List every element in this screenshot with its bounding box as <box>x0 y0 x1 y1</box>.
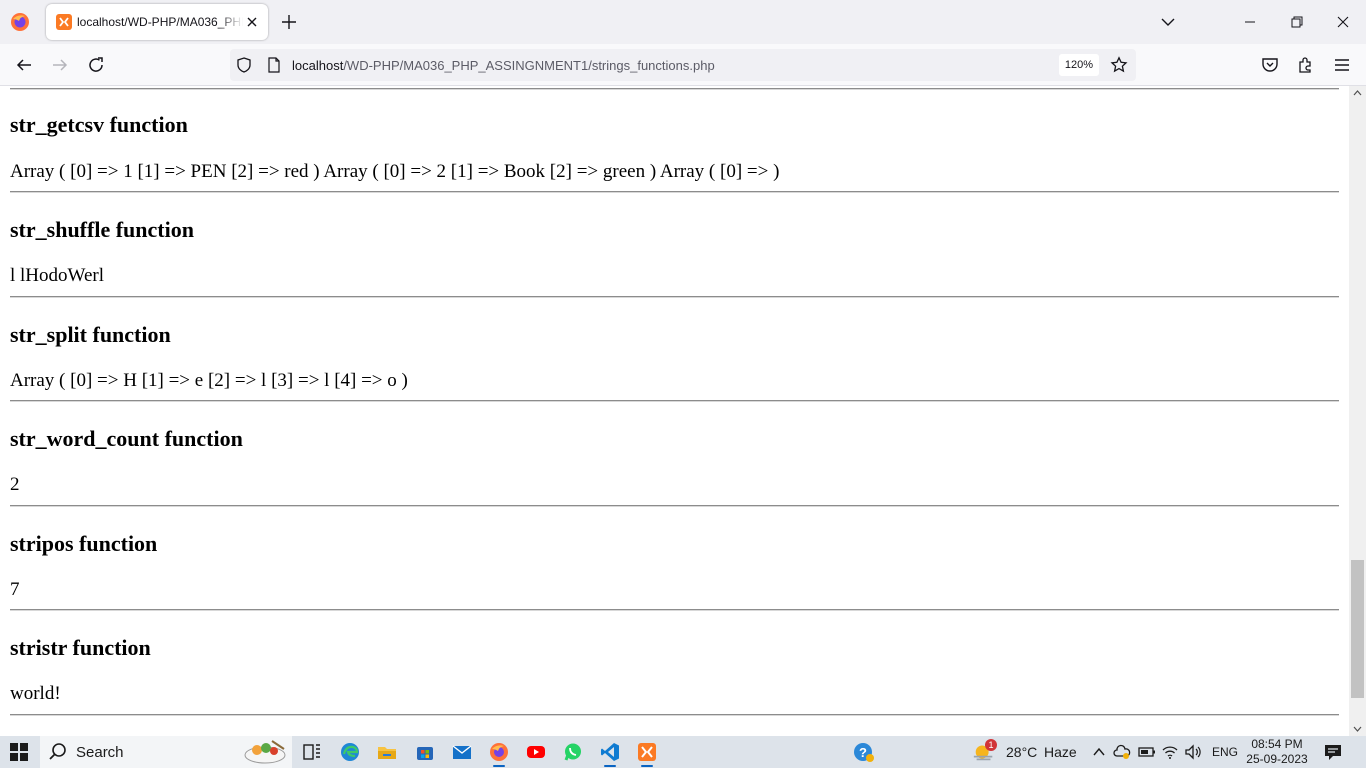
firefox-taskbar-icon[interactable] <box>487 740 511 767</box>
browser-navigation-bar: localhost/WD-PHP/MA036_PHP_ASSINGNMENT1/… <box>0 44 1366 86</box>
horizontal-rule <box>10 609 1339 611</box>
search-icon <box>48 742 68 762</box>
search-highlight-food-bowl-icon <box>242 738 288 766</box>
browser-tab-strip: localhost/WD-PHP/MA036_PHP <box>0 0 1366 44</box>
file-explorer-icon[interactable] <box>375 740 399 764</box>
taskbar-clock[interactable]: 08:54 PM 25-09-2023 <box>1242 736 1312 768</box>
show-hidden-icons-chevron-up-icon[interactable] <box>1087 740 1111 764</box>
notification-center-icon[interactable] <box>1320 740 1346 764</box>
firefox-view-icon[interactable] <box>8 10 32 34</box>
zoom-level-badge[interactable]: 120% <box>1059 54 1099 76</box>
scroll-up-arrow-icon[interactable] <box>1349 86 1366 100</box>
vertical-scrollbar[interactable] <box>1349 86 1366 736</box>
section-title-str-word-count: str_word_count function <box>10 426 243 451</box>
horizontal-rule <box>10 714 1339 716</box>
address-bar[interactable]: localhost/WD-PHP/MA036_PHP_ASSINGNMENT1/… <box>230 49 1136 81</box>
hamburger-menu-icon[interactable] <box>1330 53 1354 77</box>
svg-text:?: ? <box>859 745 867 760</box>
input-language[interactable]: ENG <box>1212 745 1238 759</box>
forward-arrow-icon[interactable] <box>48 53 72 77</box>
xampp-favicon-icon <box>56 14 72 30</box>
extensions-puzzle-icon[interactable] <box>1294 53 1318 77</box>
page-info-icon[interactable] <box>266 57 282 73</box>
whatsapp-icon[interactable] <box>561 740 585 764</box>
bookmark-star-icon[interactable] <box>1110 56 1128 74</box>
url-path: /WD-PHP/MA036_PHP_ASSINGNMENT1/strings_f… <box>343 58 715 73</box>
horizontal-rule <box>10 400 1339 402</box>
section-output-stripos: 7 <box>10 579 20 600</box>
section-output-str-word-count: 2 <box>10 474 20 495</box>
search-label: Search <box>76 744 124 761</box>
new-tab-plus-icon[interactable] <box>279 12 299 32</box>
back-arrow-icon[interactable] <box>12 53 36 77</box>
section-title-str-shuffle: str_shuffle function <box>10 217 194 242</box>
clock-date: 25-09-2023 <box>1246 752 1308 766</box>
help-question-icon[interactable]: ? <box>852 740 876 764</box>
volume-speaker-icon[interactable] <box>1181 740 1205 764</box>
pocket-icon[interactable] <box>1258 53 1282 77</box>
page-content: str_getcsv function Array ( [0] => 1 [1]… <box>0 86 1349 736</box>
weather-alert-badge: 1 <box>985 739 997 751</box>
section-output-str-shuffle: l lHodoWerl <box>10 265 104 286</box>
battery-icon[interactable] <box>1135 740 1159 764</box>
window-close-icon[interactable] <box>1320 0 1366 44</box>
window-restore-icon[interactable] <box>1274 0 1320 44</box>
tracking-protection-shield-icon[interactable] <box>236 57 252 73</box>
horizontal-rule <box>10 505 1339 507</box>
wifi-icon[interactable] <box>1158 740 1182 764</box>
section-title-stristr: stristr function <box>10 635 151 660</box>
xampp-control-icon[interactable] <box>635 740 659 767</box>
section-title-stripos: stripos function <box>10 531 158 556</box>
section-output-str-split: Array ( [0] => H [1] => e [2] => l [3] =… <box>10 370 408 391</box>
active-app-indicator <box>604 765 616 767</box>
url-host: localhost <box>292 58 344 73</box>
tab-title: localhost/WD-PHP/MA036_PHP <box>77 15 243 29</box>
scrollbar-thumb[interactable] <box>1351 560 1364 698</box>
active-app-indicator <box>493 765 505 767</box>
close-tab-icon[interactable] <box>244 14 260 30</box>
scroll-down-arrow-icon[interactable] <box>1349 722 1366 736</box>
windows-start-icon[interactable] <box>7 740 31 764</box>
active-app-indicator <box>641 765 653 767</box>
section-output-stristr: world! <box>10 683 61 704</box>
clock-time: 08:54 PM <box>1251 737 1303 751</box>
list-all-tabs-chevron-down-icon[interactable] <box>1158 12 1178 32</box>
weather-description[interactable]: Haze <box>1044 744 1077 760</box>
window-minimize-icon[interactable] <box>1227 0 1273 44</box>
taskbar-search-box[interactable]: Search <box>40 736 292 768</box>
reload-icon[interactable] <box>84 53 108 77</box>
section-title-str-split: str_split function <box>10 322 171 347</box>
windows-taskbar: Search ? 1 28°C Haze ENG 08:54 PM 25-09-… <box>0 736 1366 768</box>
horizontal-rule <box>10 191 1339 193</box>
vscode-icon[interactable] <box>598 740 622 767</box>
microsoft-store-icon[interactable] <box>413 740 437 764</box>
url-text[interactable]: localhost/WD-PHP/MA036_PHP_ASSINGNMENT1/… <box>292 58 715 73</box>
mail-icon[interactable] <box>450 740 474 764</box>
youtube-icon[interactable] <box>524 740 548 764</box>
section-title-str-getcsv: str_getcsv function <box>10 112 188 137</box>
onedrive-cloud-icon[interactable] <box>1110 740 1134 764</box>
horizontal-rule <box>10 296 1339 298</box>
browser-tab-active[interactable]: localhost/WD-PHP/MA036_PHP <box>46 4 268 40</box>
horizontal-rule <box>10 88 1339 90</box>
section-output-str-getcsv: Array ( [0] => 1 [1] => PEN [2] => red )… <box>10 161 780 182</box>
task-view-icon[interactable] <box>300 740 324 764</box>
weather-temperature[interactable]: 28°C <box>1006 744 1037 760</box>
edge-browser-icon[interactable] <box>338 740 362 764</box>
